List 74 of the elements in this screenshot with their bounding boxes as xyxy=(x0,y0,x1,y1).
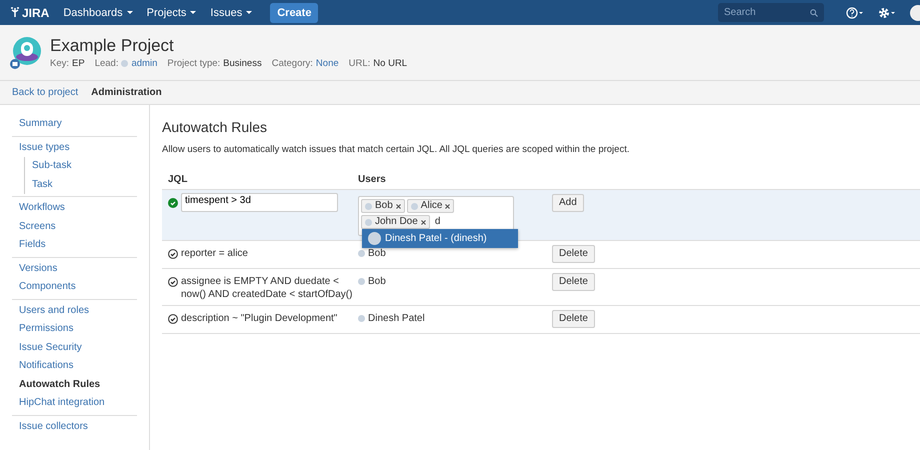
delete-button[interactable]: Delete xyxy=(552,245,595,263)
sidebar-item[interactable]: Notifications xyxy=(12,357,137,376)
user-avatar xyxy=(358,250,365,257)
create-button[interactable]: Create xyxy=(270,2,318,22)
column-header: Users xyxy=(358,174,387,185)
nav-menu[interactable]: Dashboards xyxy=(63,6,133,18)
sidebar-item[interactable]: Autowatch Rules xyxy=(12,376,137,394)
sidebar-item[interactable]: Issue types xyxy=(12,138,137,157)
meta-link[interactable]: None xyxy=(316,58,339,69)
meta-label: Project type: xyxy=(167,58,220,69)
meta-label: Category: xyxy=(272,58,313,69)
delete-button[interactable]: Delete xyxy=(552,273,595,291)
user-avatar xyxy=(410,202,418,210)
users-query: d xyxy=(434,215,442,229)
remove-icon[interactable] xyxy=(420,220,426,224)
user-avatar xyxy=(365,202,372,210)
user-avatar xyxy=(121,60,128,67)
user-avatar xyxy=(365,218,372,226)
user-chip: Alice xyxy=(406,199,454,213)
nav-menu[interactable]: Issues xyxy=(210,6,252,18)
user-chip: Bob xyxy=(361,199,405,213)
check-circle-icon xyxy=(168,249,178,259)
search-field[interactable]: Search xyxy=(718,3,824,22)
sidebar-item[interactable]: Sub-task xyxy=(25,157,137,176)
user-name: Bob xyxy=(368,247,386,260)
meta-label: Key: xyxy=(50,58,70,69)
nav-menu[interactable]: Projects xyxy=(146,6,196,18)
sidebar-item[interactable]: Issue Security xyxy=(12,338,137,357)
sidebar-item[interactable]: Versions xyxy=(12,260,137,278)
meta-label: URL: xyxy=(348,58,370,69)
project-avatar-icon xyxy=(10,36,42,70)
remove-icon[interactable] xyxy=(396,204,401,208)
settings-icon[interactable] xyxy=(878,6,896,18)
check-circle-icon xyxy=(168,314,178,324)
meta-label: Lead: xyxy=(94,58,118,69)
jql-text: description ~ "Plugin Development" xyxy=(181,312,338,325)
user-avatar xyxy=(358,278,365,285)
sidebar-item[interactable]: Fields xyxy=(12,236,137,254)
nav-tab[interactable]: Back to project xyxy=(12,87,78,98)
user-avatar xyxy=(368,232,381,245)
jql-input[interactable]: timespent > 3d xyxy=(181,192,338,212)
sidebar-item[interactable]: Screens xyxy=(12,218,137,236)
page-title: Autowatch Rules xyxy=(162,119,268,135)
search-icon xyxy=(810,8,818,16)
page-description: Allow users to automatically watch issues that match certain JQL. All JQL queries are scoped within the project. xyxy=(162,144,630,155)
meta-value: EP xyxy=(72,58,85,69)
sidebar-item[interactable]: Summary xyxy=(12,115,137,134)
check-circle-icon xyxy=(168,198,178,208)
sidebar-item[interactable]: HipChat integration xyxy=(12,394,137,412)
meta-link[interactable]: admin xyxy=(131,58,158,69)
check-circle-icon xyxy=(168,277,178,287)
jql-text: reporter = alice xyxy=(181,247,248,260)
project-title: Example Project xyxy=(50,36,175,56)
jql-text: assignee is EMPTY AND duedate < now() AND createdDate < startOfDay() xyxy=(181,275,354,301)
delete-button[interactable]: Delete xyxy=(552,310,595,328)
sidebar-item[interactable]: Permissions xyxy=(12,320,137,338)
nav-tab[interactable]: Administration xyxy=(91,87,162,98)
sidebar-item[interactable]: Components xyxy=(12,278,137,296)
help-icon[interactable] xyxy=(846,6,864,18)
jira-logo[interactable]: JIRA xyxy=(10,6,50,20)
sidebar-item[interactable]: Issue collectors xyxy=(12,418,137,436)
user-name: Bob xyxy=(368,275,386,288)
remove-icon[interactable] xyxy=(445,204,450,208)
user-name: Dinesh Patel xyxy=(368,312,425,325)
user-avatar xyxy=(358,315,365,322)
column-header: JQL xyxy=(168,174,188,185)
sidebar-item[interactable]: Task xyxy=(25,176,137,194)
suggestion-item[interactable]: Dinesh Patel - (dinesh) xyxy=(362,229,518,248)
sidebar-item[interactable]: Users and roles xyxy=(12,302,137,320)
user-chip: John Doe xyxy=(361,215,430,229)
meta-value: Business xyxy=(223,58,262,69)
add-button[interactable]: Add xyxy=(552,194,584,212)
meta-value: No URL xyxy=(373,58,408,69)
sidebar-item[interactable]: Workflows xyxy=(12,199,137,218)
